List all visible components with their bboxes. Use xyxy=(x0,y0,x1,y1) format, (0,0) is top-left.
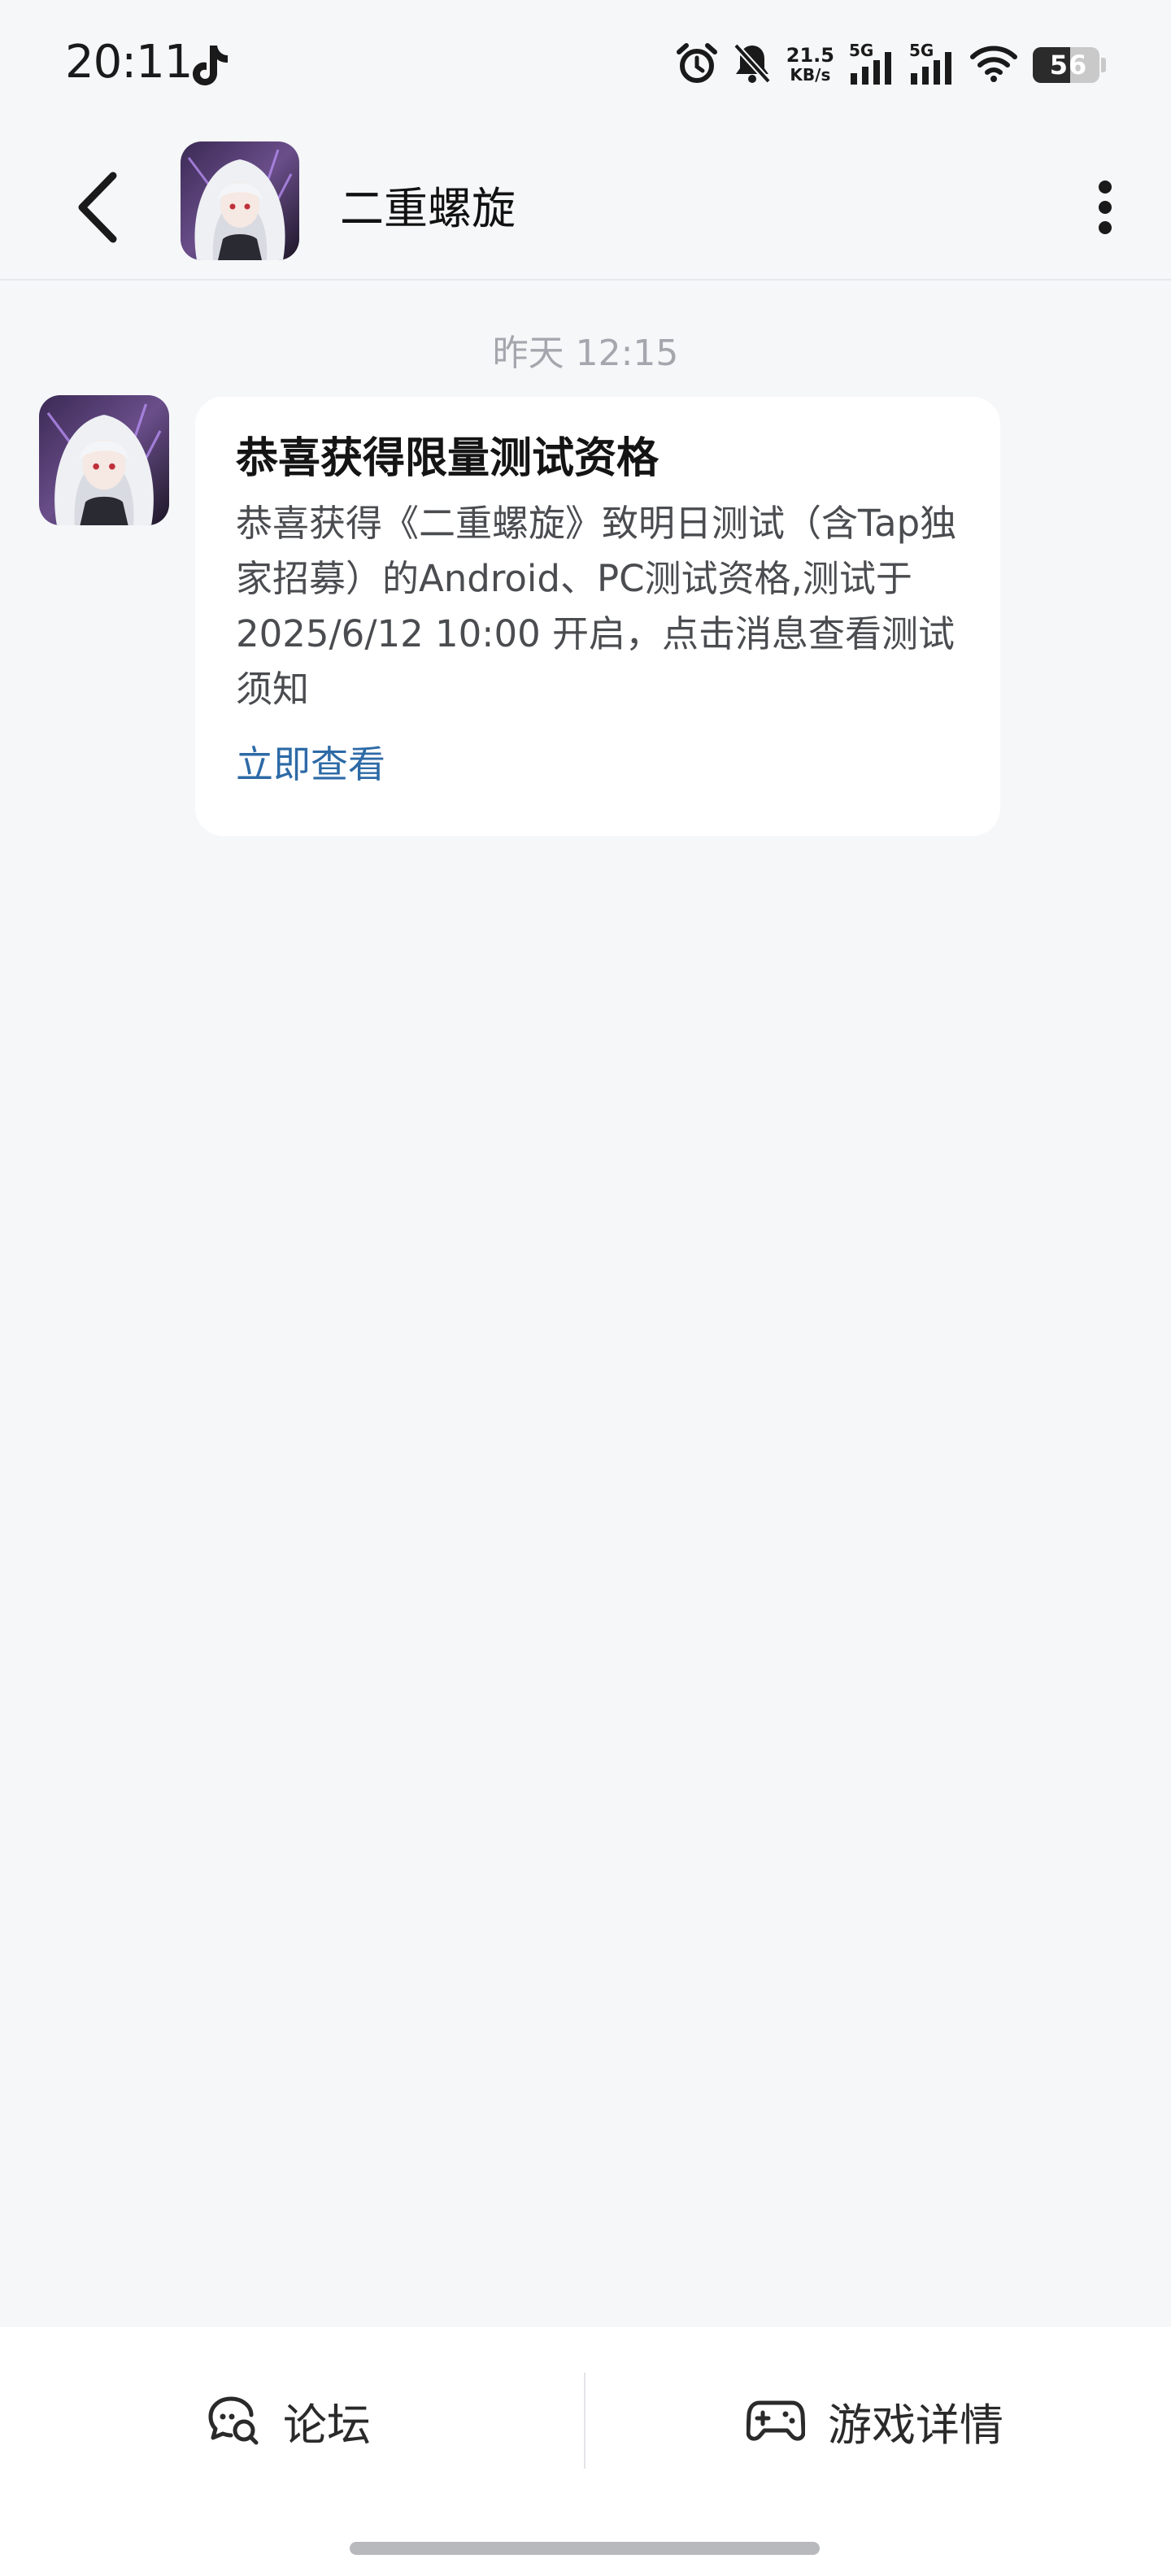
sim1-label: 5G xyxy=(849,41,874,60)
more-button[interactable] xyxy=(1069,163,1142,252)
sim2-label: 5G xyxy=(909,41,934,60)
message-timestamp: 昨天 12:15 xyxy=(492,333,679,374)
net-speed: 21.5 KB/s xyxy=(786,46,834,85)
message-body: 恭喜获得《二重螺旋》致明日测试（含Tap独家招募）的Android、PC测试资格… xyxy=(236,502,957,711)
view-now-link[interactable]: 立即查看 xyxy=(236,740,385,789)
game-detail-button[interactable]: 游戏详情 xyxy=(747,2368,1003,2474)
sender-avatar[interactable] xyxy=(39,395,169,525)
battery-icon: 56 xyxy=(1033,47,1099,83)
wifi-icon xyxy=(969,44,1018,86)
net-speed-unit: KB/s xyxy=(790,65,831,85)
tiktok-icon xyxy=(187,42,229,88)
status-icons: 21.5 KB/s 5G 5G 56 xyxy=(676,41,1106,89)
more-vertical-icon xyxy=(1099,181,1112,234)
message-card[interactable]: 恭喜获得限量测试资格 恭喜获得《二重螺旋》致明日测试（含Tap独家招募）的And… xyxy=(195,397,1000,836)
gamepad-icon xyxy=(747,2400,805,2441)
screen: 20:11 21.5 KB/s 5G 5G 56 二重螺旋 昨天 12:15 恭… xyxy=(0,0,1171,2576)
page-title: 二重螺旋 xyxy=(340,183,516,234)
bottom-bar: 论坛 游戏详情 xyxy=(0,2327,1171,2576)
back-button[interactable] xyxy=(60,163,133,252)
message-title: 恭喜获得限量测试资格 xyxy=(236,434,660,483)
forum-chat-icon xyxy=(208,2396,259,2445)
signal-icon: 5G xyxy=(849,42,895,88)
forum-label: 论坛 xyxy=(283,2399,371,2451)
status-bar: 20:11 21.5 KB/s 5G 5G 56 xyxy=(0,0,1171,130)
forum-button[interactable]: 论坛 xyxy=(207,2368,371,2474)
chat-header: 二重螺旋 xyxy=(0,130,1171,281)
game-detail-label: 游戏详情 xyxy=(828,2399,1003,2451)
net-speed-value: 21.5 xyxy=(786,44,834,67)
mute-bell-icon xyxy=(733,42,772,88)
home-indicator[interactable] xyxy=(350,2542,820,2555)
status-time: 20:11 xyxy=(65,36,193,89)
bottom-divider xyxy=(584,2373,586,2469)
signal-icon: 5G xyxy=(909,42,955,88)
battery-level: 56 xyxy=(1049,50,1088,80)
game-avatar[interactable] xyxy=(181,141,299,260)
back-chevron-icon xyxy=(78,172,117,243)
alarm-icon xyxy=(676,42,718,88)
